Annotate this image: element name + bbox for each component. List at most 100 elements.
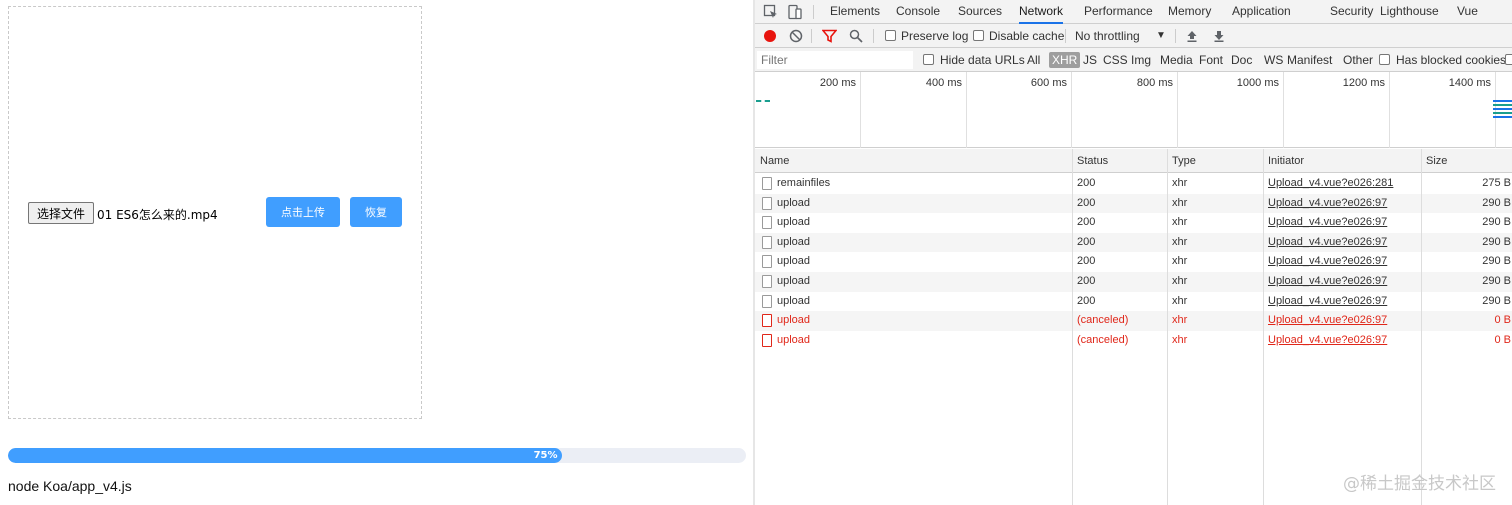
preserve-log-label: Preserve log xyxy=(901,29,969,43)
toolbar-separator xyxy=(813,5,814,19)
column-divider[interactable] xyxy=(1421,149,1422,505)
tab-lighthouse[interactable]: Lighthouse xyxy=(1380,0,1439,24)
devtools-panel: Elements Console Sources Network Performance… xyxy=(755,0,1512,505)
request-size: 0 B xyxy=(1494,333,1511,346)
type-filter-ws[interactable]: WS xyxy=(1262,52,1285,68)
request-name: upload xyxy=(777,255,811,268)
file-icon xyxy=(762,216,772,230)
upload-button[interactable]: 点击上传 xyxy=(266,197,340,227)
request-initiator[interactable]: Upload_v4.vue?e026:281 xyxy=(1268,174,1393,194)
progress-fill: 75% xyxy=(8,448,562,463)
request-size: 0 B xyxy=(1494,314,1511,327)
request-size: 290 B xyxy=(1482,235,1511,248)
file-icon xyxy=(762,314,772,328)
blocked-requests-checkbox[interactable] xyxy=(1505,54,1512,65)
column-divider[interactable] xyxy=(1167,149,1168,505)
request-status: 200 xyxy=(1077,275,1096,287)
column-divider[interactable] xyxy=(1263,149,1264,505)
watermark: @稀土掘金技术社区 xyxy=(1343,474,1496,494)
chevron-down-icon[interactable]: ▼ xyxy=(1156,24,1166,48)
column-header-type[interactable]: Type xyxy=(1167,149,1196,173)
has-blocked-cookies-checkbox[interactable] xyxy=(1379,54,1390,65)
import-har-icon[interactable] xyxy=(1185,29,1201,45)
progress-label: 75% xyxy=(533,450,558,461)
tab-memory[interactable]: Memory xyxy=(1168,0,1211,24)
request-name: upload xyxy=(777,294,811,307)
column-divider[interactable] xyxy=(1072,149,1073,505)
toolbar-separator xyxy=(873,29,874,43)
inspect-element-icon[interactable] xyxy=(763,4,779,20)
request-type: xhr xyxy=(1172,314,1188,327)
choose-file-button[interactable]: 选择文件 xyxy=(28,202,94,224)
record-icon[interactable] xyxy=(763,29,779,45)
type-filter-doc[interactable]: Doc xyxy=(1229,52,1254,68)
request-status: 200 xyxy=(1077,294,1096,307)
request-name: remainfiles xyxy=(777,177,831,189)
file-icon xyxy=(762,275,772,288)
column-header-initiator[interactable]: Initiator xyxy=(1263,149,1304,173)
disable-cache-checkbox[interactable] xyxy=(973,30,984,41)
column-header-status[interactable]: Status xyxy=(1072,149,1108,173)
type-filter-manifest[interactable]: Manifest xyxy=(1285,52,1334,68)
request-name: upload xyxy=(777,333,811,346)
request-name: upload xyxy=(777,235,811,248)
restore-button[interactable]: 恢复 xyxy=(350,197,402,227)
request-initiator[interactable]: Upload_v4.vue?e026:97 xyxy=(1268,311,1387,331)
type-filter-media[interactable]: Media xyxy=(1158,52,1195,68)
request-row[interactable]: upload 200 xhr Upload_v4.vue?e026:97 290 B xyxy=(755,193,1512,214)
request-row[interactable]: remainfiles 200 xhr Upload_v4.vue?e026:281 2… xyxy=(755,174,1512,194)
preserve-log-checkbox[interactable] xyxy=(885,30,896,41)
tab-console[interactable]: Console xyxy=(896,0,940,24)
request-initiator[interactable]: Upload_v4.vue?e026:97 xyxy=(1268,272,1387,292)
request-row[interactable]: upload 200 xhr Upload_v4.vue?e026:97 290 B xyxy=(755,213,1512,233)
request-row[interactable]: upload (canceled) xhr Upload_v4.vue?e026:97… xyxy=(755,311,1512,331)
tab-performance[interactable]: Performance xyxy=(1084,0,1153,24)
network-toolbar: Preserve log Disable cache No throttling… xyxy=(755,24,1512,48)
request-type: xhr xyxy=(1172,255,1188,268)
request-initiator[interactable]: Upload_v4.vue?e026:97 xyxy=(1268,233,1387,253)
file-icon xyxy=(762,177,772,190)
request-initiator[interactable]: Upload_v4.vue?e026:97 xyxy=(1268,252,1387,272)
type-filter-js[interactable]: JS xyxy=(1081,52,1099,68)
type-filter-img[interactable]: Img xyxy=(1129,52,1153,68)
request-row[interactable]: upload (canceled) xhr Upload_v4.vue?e026:97… xyxy=(755,331,1512,351)
filter-icon[interactable] xyxy=(821,29,838,45)
file-icon xyxy=(762,235,772,249)
device-toolbar-icon[interactable] xyxy=(787,4,803,20)
search-icon[interactable] xyxy=(849,29,865,45)
disable-cache-label: Disable cache xyxy=(989,29,1065,43)
request-initiator[interactable]: Upload_v4.vue?e026:97 xyxy=(1268,194,1387,214)
type-filter-xhr[interactable]: XHR xyxy=(1049,52,1081,68)
type-filter-css[interactable]: CSS xyxy=(1101,52,1130,68)
request-name: upload xyxy=(777,216,811,229)
tab-security[interactable]: Security xyxy=(1330,0,1373,24)
export-har-icon[interactable] xyxy=(1212,29,1228,45)
column-header-name[interactable]: Name xyxy=(755,149,789,173)
request-row[interactable]: upload 200 xhr Upload_v4.vue?e026:97 290 B xyxy=(755,232,1512,253)
type-filter-all[interactable]: All xyxy=(1025,52,1042,68)
request-status: 200 xyxy=(1077,216,1096,229)
request-row[interactable]: upload 200 xhr Upload_v4.vue?e026:97 290 B xyxy=(755,292,1512,312)
network-overview[interactable]: 200 ms 400 ms 600 ms 800 ms 1000 ms 1200 ms 14… xyxy=(755,72,1512,148)
hide-data-urls-checkbox[interactable] xyxy=(923,54,934,65)
column-header-size[interactable]: Size xyxy=(1421,149,1447,173)
request-initiator[interactable]: Upload_v4.vue?e026:97 xyxy=(1268,331,1387,351)
request-row[interactable]: upload 200 xhr Upload_v4.vue?e026:97 290 B xyxy=(755,272,1512,292)
throttling-select[interactable]: No throttling xyxy=(1075,24,1140,48)
overview-request-mark xyxy=(756,100,770,102)
tab-elements[interactable]: Elements xyxy=(830,0,880,24)
type-filter-other[interactable]: Other xyxy=(1341,52,1375,68)
file-icon xyxy=(762,294,772,308)
toolbar-separator xyxy=(1175,29,1176,43)
tab-sources[interactable]: Sources xyxy=(958,0,1002,24)
request-row[interactable]: upload 200 xhr Upload_v4.vue?e026:97 290 B xyxy=(755,252,1512,272)
clear-icon[interactable] xyxy=(789,29,805,45)
tab-application[interactable]: Application xyxy=(1232,0,1291,24)
filter-input[interactable] xyxy=(757,51,913,69)
request-initiator[interactable]: Upload_v4.vue?e026:97 xyxy=(1268,213,1387,233)
request-size: 290 B xyxy=(1482,216,1511,229)
tab-network[interactable]: Network xyxy=(1019,0,1064,24)
tab-vue[interactable]: Vue xyxy=(1457,0,1478,24)
request-initiator[interactable]: Upload_v4.vue?e026:97 xyxy=(1268,292,1387,312)
type-filter-font[interactable]: Font xyxy=(1197,52,1225,68)
